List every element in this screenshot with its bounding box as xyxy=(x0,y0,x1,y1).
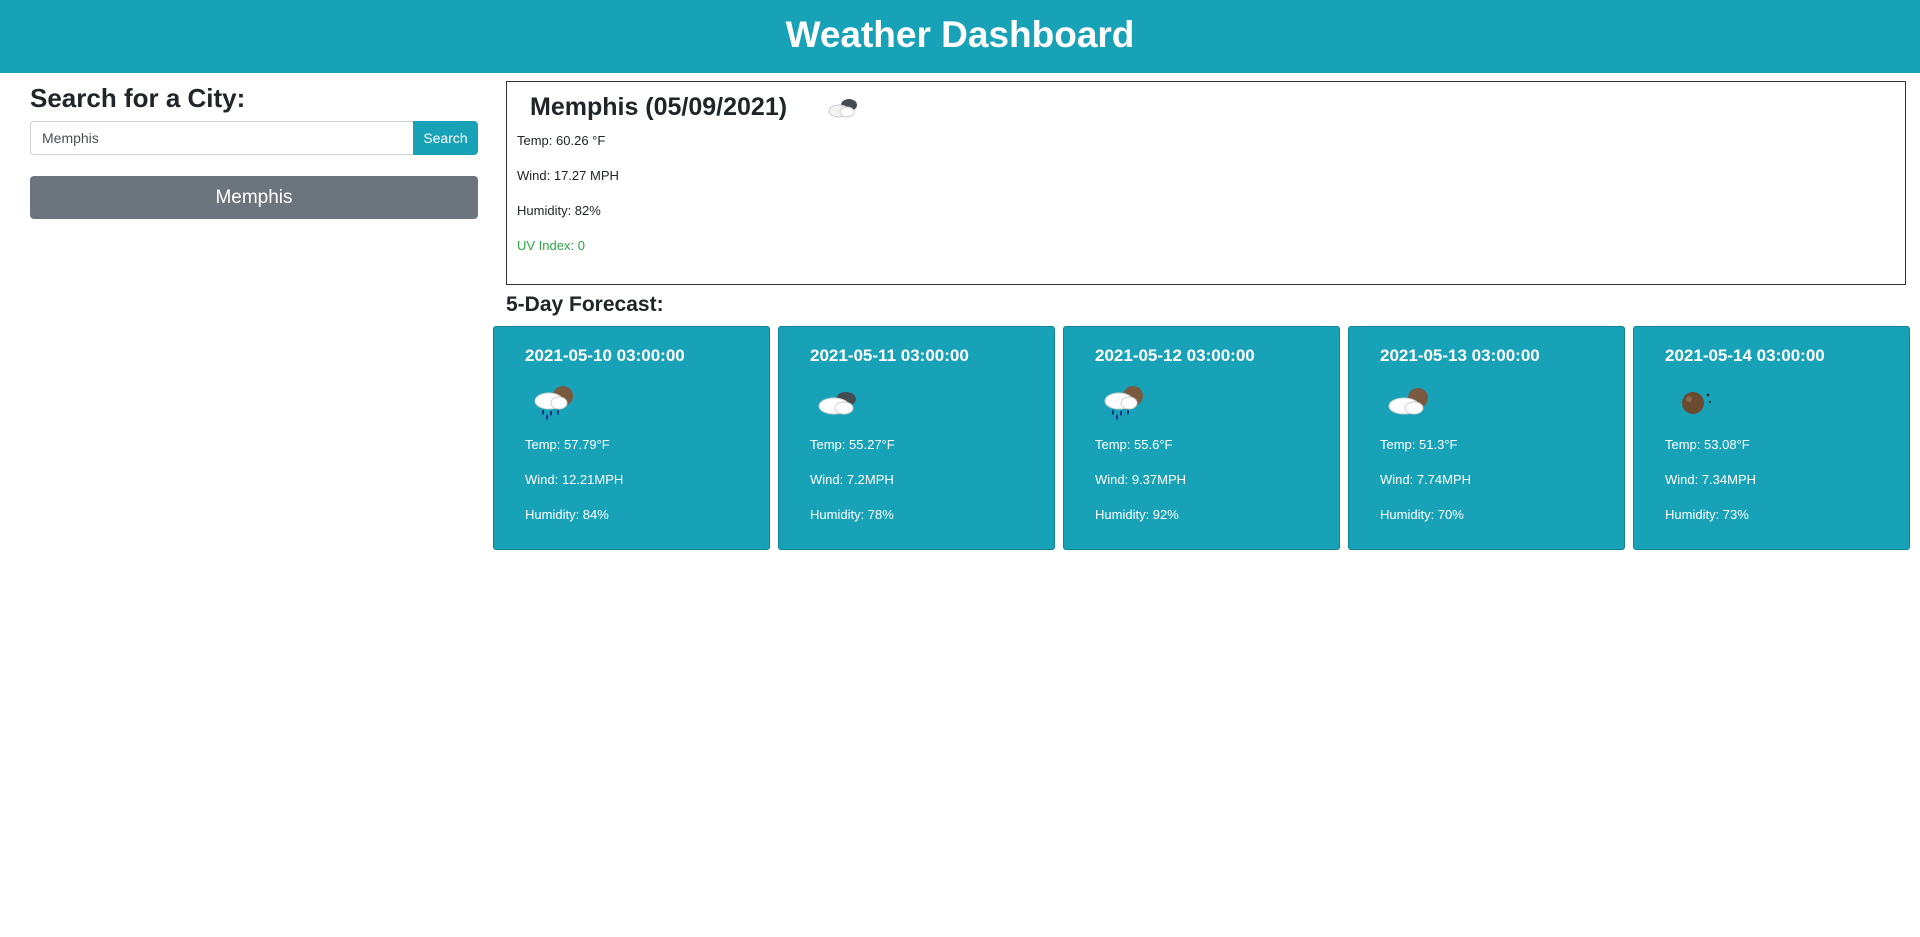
forecast-card: 2021-05-14 03:00:00 Temp: 53.08°F Wind: … xyxy=(1633,326,1910,550)
forecast-date: 2021-05-11 03:00:00 xyxy=(810,346,969,365)
forecast-wind: Wind: 7.74MPH xyxy=(1380,472,1472,487)
forecast-cards: 2021-05-10 03:00:00 Temp: 57.79°F Wind: … xyxy=(493,326,1913,550)
current-city-title: Memphis (05/09/2021) xyxy=(530,92,788,121)
forecast-card: 2021-05-10 03:00:00 Temp: 57.79°F Wind: … xyxy=(493,326,770,550)
history-city-button[interactable]: Memphis xyxy=(30,176,478,219)
forecast-humidity: Humidity: 84% xyxy=(525,507,609,522)
forecast-temp: Temp: 55.27°F xyxy=(810,437,895,452)
current-uv-index: UV Index: 0 xyxy=(517,238,585,253)
forecast-date: 2021-05-10 03:00:00 xyxy=(525,346,685,365)
forecast-humidity: Humidity: 92% xyxy=(1095,507,1179,522)
forecast-temp: Temp: 51.3°F xyxy=(1380,437,1458,452)
forecast-humidity: Humidity: 70% xyxy=(1380,507,1464,522)
main-container: Search for a City: Search Memphis Memphi… xyxy=(0,73,1920,937)
forecast-date: 2021-05-14 03:00:00 xyxy=(1665,346,1825,365)
page-title: Weather Dashboard xyxy=(785,14,1135,55)
sidebar: Search for a City: Search Memphis xyxy=(30,81,478,219)
current-temp: Temp: 60.26 °F xyxy=(517,133,606,148)
partly-cloudy-night-icon xyxy=(1388,388,1428,415)
rain-cloud-icon xyxy=(534,386,573,420)
forecast-wind: Wind: 7.2MPH xyxy=(810,472,894,487)
cloud-icon xyxy=(828,99,858,118)
forecast-humidity: Humidity: 73% xyxy=(1665,507,1749,522)
current-weather-header: Memphis (05/09/2021) xyxy=(517,90,1895,124)
search-form: Search xyxy=(30,121,478,155)
forecast-date: 2021-05-13 03:00:00 xyxy=(1380,346,1540,365)
forecast-card: 2021-05-13 03:00:00 Temp: 51.3°F Wind: 7… xyxy=(1348,326,1625,550)
rain-cloud-icon xyxy=(1104,386,1143,420)
app-header: Weather Dashboard xyxy=(0,0,1920,73)
forecast-heading: 5-Day Forecast: xyxy=(506,293,664,316)
forecast-card: 2021-05-11 03:00:00 Temp: 55.27°F Wind: … xyxy=(778,326,1055,550)
forecast-temp: Temp: 55.6°F xyxy=(1095,437,1173,452)
clear-night-icon xyxy=(1682,392,1711,414)
city-search-input[interactable] xyxy=(30,121,413,155)
forecast-date: 2021-05-12 03:00:00 xyxy=(1095,346,1255,365)
forecast-wind: Wind: 9.37MPH xyxy=(1095,472,1187,487)
forecast-wind: Wind: 12.21MPH xyxy=(525,472,624,487)
current-wind: Wind: 17.27 MPH xyxy=(517,168,619,183)
forecast-wind: Wind: 7.34MPH xyxy=(1665,472,1757,487)
forecast-temp: Temp: 53.08°F xyxy=(1665,437,1750,452)
current-weather-panel: Memphis (05/09/2021) Temp: 60.26 °F Wind… xyxy=(506,81,1906,285)
forecast-card: 2021-05-12 03:00:00 Temp: 55.6°F Wind: 9… xyxy=(1063,326,1340,550)
cloud-icon xyxy=(818,392,856,415)
search-button[interactable]: Search xyxy=(413,121,478,155)
search-heading: Search for a City: xyxy=(30,83,246,113)
current-humidity: Humidity: 82% xyxy=(517,203,601,218)
forecast-temp: Temp: 57.79°F xyxy=(525,437,610,452)
forecast-humidity: Humidity: 78% xyxy=(810,507,894,522)
